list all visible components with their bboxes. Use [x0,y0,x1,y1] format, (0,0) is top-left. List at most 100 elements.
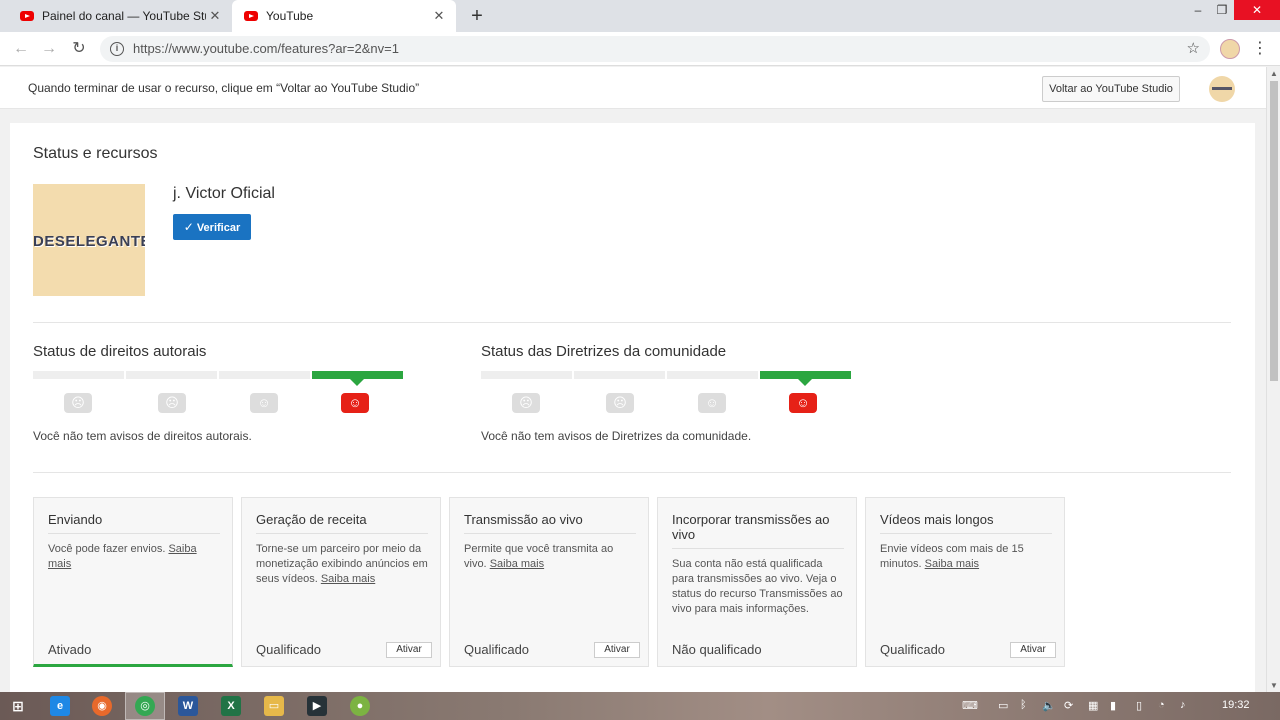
taskbar: ⊞ e ◉ ◎ W X ▭ ▶ ● ⌨ ▭ ᛒ 🔈 ⟳ ▦ ▮ ▯ ◔ ♪ 19… [0,692,1280,720]
feature-card-embed-live: Incorporar transmissões ao vivo Sua cont… [657,497,857,667]
profile-avatar[interactable] [1220,39,1240,59]
youtube-icon [244,11,258,21]
learn-more-link[interactable]: Saiba mais [925,558,979,570]
windows-start-icon[interactable]: ⊞ [8,696,28,716]
feature-description: Sua conta não está qualificada para tran… [672,558,843,615]
community-status: Status das Diretrizes da comunidade ☹ ☹ … [481,343,861,443]
happy-face-icon: ☺ [341,393,369,413]
strike-segment [126,371,217,379]
divider [880,533,1052,534]
notice-bar: Quando terminar de usar o recurso, cliqu… [0,67,1266,109]
window-close-button[interactable]: ✕ [1234,0,1280,20]
feature-description-text: Você pode fazer envios. [48,543,169,555]
feature-card-live-streaming: Transmissão ao vivo Permite que você tra… [449,497,649,667]
speaker-icon[interactable]: ♪ [1180,699,1186,711]
community-status-title: Status das Diretrizes da comunidade [481,343,727,360]
check-icon: ✓ [183,220,194,234]
feature-status: Não qualificado [672,642,762,657]
feature-card-monetization: Geração de receita Torne-se um parceiro … [241,497,441,667]
strike-bar [481,371,853,386]
url-text[interactable]: https://www.youtube.com/features?ar=2&nv… [133,41,399,56]
star-icon[interactable]: ☆ [1187,39,1200,57]
close-icon[interactable]: ✕ [206,8,224,24]
keyboard-icon[interactable]: ⌨ [962,699,978,712]
youtube-icon [20,11,34,21]
activate-button[interactable]: Ativar [1010,642,1056,658]
back-to-studio-button[interactable]: Voltar ao YouTube Studio [1042,76,1180,102]
community-status-description: Você não tem avisos de Diretrizes da com… [481,429,752,443]
divider [256,533,428,534]
new-tab-button[interactable]: + [466,5,488,27]
strike-segment-active [312,371,403,386]
media-player-icon[interactable]: ▶ [307,696,327,716]
menu-dots-icon[interactable]: ⋮ [1252,38,1268,58]
page-content: Quando terminar de usar o recurso, cliqu… [0,67,1266,692]
feature-card-longer-videos: Vídeos mais longos Envie vídeos com mais… [865,497,1065,667]
feature-status: Qualificado [256,642,322,657]
info-icon[interactable]: i [110,42,124,56]
strike-segment-active [760,371,851,386]
android-icon[interactable]: ● [350,696,370,716]
learn-more-link[interactable]: Saiba mais [490,558,544,570]
internet-explorer-icon[interactable]: e [50,696,70,716]
feature-status: Qualificado [464,642,530,657]
word-icon[interactable]: W [178,696,198,716]
feature-description: Você pode fazer envios. Saiba mais [48,542,220,572]
clock[interactable]: 19:32 [1222,699,1250,711]
channel-thumbnail: DESELEGANTE [33,184,145,296]
feature-title: Enviando [48,512,103,527]
copyright-status-title: Status de direitos autorais [33,343,207,360]
reload-icon[interactable]: ↻ [68,38,90,60]
feature-card-uploading: Enviando Você pode fazer envios. Saiba m… [33,497,233,667]
strike-segment [667,371,758,379]
feature-description: Envie vídeos com mais de 15 minutos. Sai… [880,542,1052,572]
file-explorer-icon[interactable]: ▭ [264,696,284,716]
thumbnail-text: DESELEGANTE [33,233,145,250]
tab-channel-dashboard[interactable]: Painel do canal — YouTube Studio ✕ [8,0,232,32]
address-bar[interactable]: i https://www.youtube.com/features?ar=2&… [100,36,1210,62]
neutral-face-icon: ☺ [250,393,278,413]
tab-youtube[interactable]: YouTube ✕ [232,0,456,32]
activate-button[interactable]: Ativar [386,642,432,658]
browser-toolbar: ← → ↻ i https://www.youtube.com/features… [0,32,1280,66]
feature-title: Incorporar transmissões ao vivo [672,512,830,542]
feature-title: Transmissão ao vivo [464,512,583,527]
bluetooth-icon[interactable]: ᛒ [1020,699,1027,711]
scroll-down-icon[interactable]: ▼ [1267,681,1280,690]
sad-face-icon: ☹ [606,393,634,413]
activate-button[interactable]: Ativar [594,642,640,658]
firefox-icon[interactable]: ◉ [92,696,112,716]
network-icon[interactable]: ▦ [1088,699,1098,712]
battery-icon[interactable]: ▯ [1136,699,1142,712]
wifi-icon[interactable]: ◔ [1158,699,1165,711]
close-icon[interactable]: ✕ [430,8,448,24]
forward-arrow-icon[interactable]: → [38,38,60,60]
notification-icon[interactable]: ▭ [998,699,1008,712]
sad-face-icon: ☹ [512,393,540,413]
divider [464,533,636,534]
copyright-status: Status de direitos autorais ☹ ☹ ☺ ☺ Você… [33,343,413,443]
verify-button[interactable]: ✓ Verificar [173,214,251,240]
scrollbar[interactable]: ▲ ▼ [1266,67,1280,692]
strike-segment [481,371,572,379]
tab-bar: Painel do canal — YouTube Studio ✕ YouTu… [0,0,1280,32]
channel-name: j. Victor Oficial [173,185,275,202]
volume-icon[interactable]: 🔈 [1042,699,1056,712]
divider [672,548,844,549]
learn-more-link[interactable]: Saiba mais [321,573,375,585]
tab-title: YouTube [266,9,314,23]
scroll-up-icon[interactable]: ▲ [1267,69,1280,78]
avatar[interactable] [1209,76,1235,102]
excel-icon[interactable]: X [221,696,241,716]
status-features-card: Status e recursos DESELEGANTE j. Victor … [10,123,1255,692]
feature-title: Vídeos mais longos [880,512,994,527]
scroll-thumb[interactable] [1270,81,1278,381]
copyright-status-description: Você não tem avisos de direitos autorais… [33,429,252,443]
strike-segment [219,371,310,379]
chrome-icon[interactable]: ◎ [135,696,155,716]
divider [48,533,220,534]
battery-icon[interactable]: ▮ [1110,699,1116,712]
feature-status: Qualificado [880,642,946,657]
sync-icon[interactable]: ⟳ [1064,699,1073,712]
back-arrow-icon[interactable]: ← [10,38,32,60]
